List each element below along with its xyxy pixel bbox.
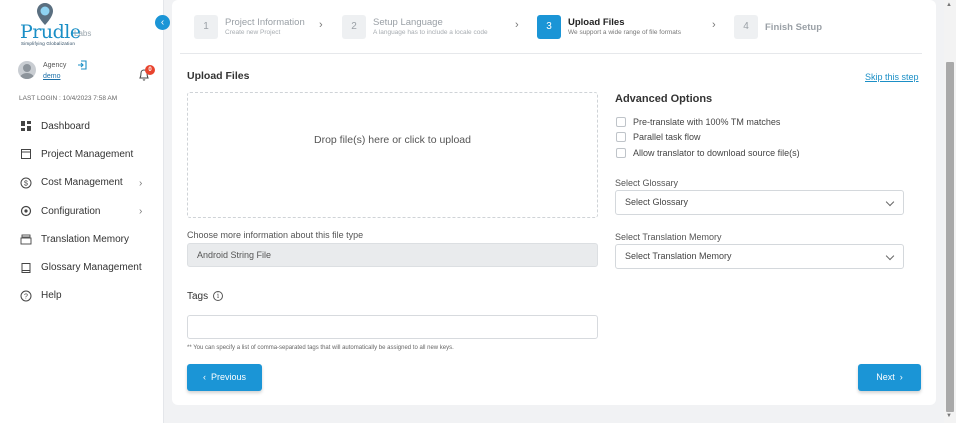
scroll-up-icon[interactable]: ▲ — [946, 2, 952, 8]
chevron-right-icon: › — [515, 19, 519, 31]
username-link[interactable]: demo — [43, 73, 61, 80]
sidebar-item-label: Help — [41, 290, 62, 302]
sidebar-item-label: Project Management — [41, 148, 134, 160]
logo-wordmark: Prudle — [20, 21, 81, 43]
sidebar-item-translation-memory[interactable]: Translation Memory — [0, 225, 164, 253]
sidebar-item-project-management[interactable]: Project Management — [0, 140, 164, 168]
next-button[interactable]: Next › — [858, 364, 921, 391]
step-number: 2 — [342, 15, 366, 39]
sidebar-item-configuration[interactable]: Configuration › — [0, 197, 164, 225]
checkbox[interactable] — [616, 148, 626, 158]
sidebar-item-label: Translation Memory — [41, 233, 129, 245]
step-title: Finish Setup — [765, 22, 822, 33]
logo-tagline: Simplifying Globalization — [21, 41, 76, 46]
chevron-right-icon: › — [139, 177, 143, 189]
checkbox[interactable] — [616, 117, 626, 127]
file-type-field: Android String File — [187, 243, 598, 267]
stepper-divider — [180, 53, 922, 54]
book-icon — [21, 262, 31, 273]
step-subtitle: A language has to include a locale code — [373, 29, 488, 36]
chevron-down-icon — [885, 251, 895, 261]
sidebar-item-label: Dashboard — [41, 120, 90, 132]
translation-memory-select-value: Select Translation Memory — [625, 251, 732, 261]
info-icon[interactable]: i — [213, 291, 223, 301]
dropzone-text: Drop file(s) here or click to upload — [314, 134, 471, 146]
chevron-right-icon: › — [139, 205, 143, 217]
glossary-select[interactable]: Select Glossary — [615, 190, 904, 215]
option-parallel-task-flow[interactable]: Parallel task flow — [616, 131, 701, 143]
step-number: 1 — [194, 15, 218, 39]
previous-button-label: Previous — [210, 372, 246, 382]
sidebar-item-label: Configuration — [41, 205, 101, 217]
prudle-logo[interactable]: Prudle Labs Simplifying Globalization — [20, 3, 120, 47]
logout-icon[interactable] — [77, 60, 87, 70]
sidebar-item-label: Glossary Management — [41, 262, 142, 274]
step-title: Project Information — [225, 17, 305, 28]
sidebar-collapse-button[interactable]: ‹ — [155, 15, 170, 30]
chevron-right-icon: › — [712, 19, 716, 31]
help-icon: ? — [20, 290, 32, 302]
sidebar: Prudle Labs Simplifying Globalization Ag… — [0, 0, 164, 423]
upload-section-title: Upload Files — [187, 70, 250, 82]
svg-text:$: $ — [24, 180, 28, 187]
stack-icon — [20, 234, 32, 245]
step-title: Setup Language — [373, 17, 443, 28]
skip-step-link[interactable]: Skip this step — [865, 72, 919, 82]
last-login-text: LAST LOGIN : 10/4/2023 7:58 AM — [19, 95, 118, 102]
step-title: Upload Files — [568, 17, 625, 28]
glossary-select-value: Select Glossary — [625, 197, 689, 207]
step-number: 4 — [734, 15, 758, 39]
sidebar-item-help[interactable]: ? Help — [0, 282, 164, 310]
svg-text:?: ? — [24, 294, 28, 301]
option-allow-download[interactable]: Allow translator to download source file… — [616, 147, 800, 159]
tags-label: Tags — [187, 291, 209, 302]
previous-button[interactable]: ‹ Previous — [187, 364, 262, 391]
setup-stepper: 1 Project Information Create new Project… — [194, 14, 914, 42]
sidebar-nav: Dashboard Project Management $ Cost Mana… — [0, 112, 164, 310]
step-subtitle: Create new Project — [225, 29, 281, 36]
translation-memory-select[interactable]: Select Translation Memory — [615, 244, 904, 269]
step-number: 3 — [537, 15, 561, 39]
user-role: Agency — [43, 62, 67, 69]
file-type-label: Choose more information about this file … — [187, 230, 364, 240]
avatar[interactable] — [18, 61, 36, 79]
sidebar-item-label: Cost Management — [41, 177, 123, 189]
sidebar-item-glossary-management[interactable]: Glossary Management — [0, 253, 164, 281]
next-button-label: Next — [876, 372, 895, 382]
tags-help-text: ** You can specify a list of comma-separ… — [187, 345, 454, 351]
checkbox-label: Parallel task flow — [633, 132, 701, 142]
dashboard-icon — [21, 121, 31, 132]
scroll-down-icon[interactable]: ▼ — [946, 413, 952, 419]
checkbox-label: Allow translator to download source file… — [633, 148, 800, 158]
dollar-icon: $ — [20, 177, 32, 189]
logo-suffix: Labs — [74, 29, 92, 38]
advanced-options-title: Advanced Options — [615, 93, 713, 105]
file-dropzone[interactable]: Drop file(s) here or click to upload — [187, 92, 598, 218]
sidebar-item-cost-management[interactable]: $ Cost Management › — [0, 169, 164, 197]
user-panel: Agency demo 0 — [18, 59, 158, 87]
option-pre-translate[interactable]: Pre-translate with 100% TM matches — [616, 116, 780, 128]
checkbox[interactable] — [616, 132, 626, 142]
settings-icon — [20, 205, 32, 217]
sidebar-item-dashboard[interactable]: Dashboard — [0, 112, 164, 140]
chevron-right-icon: › — [319, 19, 323, 31]
checkbox-label: Pre-translate with 100% TM matches — [633, 117, 781, 127]
chevron-down-icon — [885, 197, 895, 207]
glossary-label: Select Glossary — [615, 178, 679, 188]
tags-input[interactable] — [187, 315, 598, 339]
step-subtitle: We support a wide range of file formats — [568, 29, 681, 36]
translation-memory-label: Select Translation Memory — [615, 232, 722, 242]
notification-count-badge: 0 — [145, 65, 155, 75]
chevron-right-icon: › — [894, 372, 903, 382]
chevron-left-icon: ‹ — [202, 372, 211, 382]
scrollbar-thumb[interactable] — [946, 62, 954, 412]
project-icon — [21, 149, 31, 160]
